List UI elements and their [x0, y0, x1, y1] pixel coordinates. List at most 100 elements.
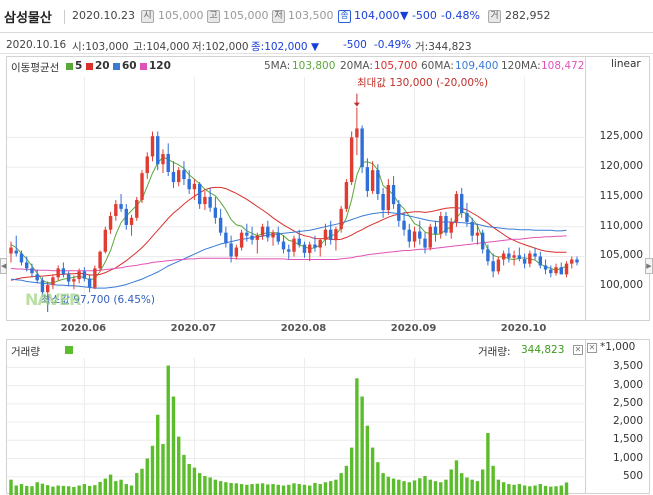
volume-unit: *1,000: [600, 341, 636, 353]
volume-bar: [533, 485, 537, 495]
candle-body: [549, 269, 553, 274]
volume-axis-close-icon[interactable]: ✕: [587, 343, 597, 353]
volume-bar: [14, 485, 18, 495]
volume-bar: [465, 477, 469, 495]
price-tick-label: 105,000: [599, 249, 643, 262]
volume-bar: [135, 473, 139, 495]
candle-body: [292, 238, 296, 252]
volume-bar: [564, 482, 569, 495]
candle-body: [381, 193, 385, 211]
volume-value-label: 거래량:: [478, 346, 511, 358]
scale-mode-label[interactable]: linear: [611, 58, 641, 70]
volume-bar: [239, 484, 244, 495]
candle-body: [370, 170, 375, 191]
volume-bar: [538, 484, 543, 495]
volume-bar: [543, 485, 548, 495]
ma120-swatch: [140, 63, 147, 70]
volume-bar: [276, 484, 280, 495]
candle-body: [328, 229, 333, 240]
candle-body: [564, 263, 569, 275]
volume-tick-label: 1,000: [612, 451, 643, 464]
volume-bar: [334, 479, 338, 495]
date-axis: 2020.06 2020.07 2020.08 2020.09 2020.10: [6, 321, 586, 337]
candle-body: [30, 268, 34, 274]
volume-bar: [554, 486, 558, 495]
volume-bar: [297, 484, 301, 495]
volume-bar: [166, 365, 170, 495]
scroll-left-handle-icon[interactable]: ◀: [0, 258, 7, 274]
volume-bar: [460, 473, 464, 495]
ma5-legend-label: 5: [75, 60, 83, 72]
volume-bar: [292, 483, 296, 495]
price-axis: linear 100,000 105,000 110,000 115,000 120,0…: [586, 56, 650, 321]
volume-bar: [98, 481, 102, 495]
volume-bar: [344, 465, 349, 495]
price-chart-area[interactable]: 이동평균선 5 20 60 120 5MA: 103,800 20MA: 105…: [6, 56, 587, 322]
volume-bar: [287, 484, 291, 495]
volume-bar: [512, 484, 516, 495]
candle-body: [449, 221, 453, 233]
candle-body: [266, 226, 270, 238]
volume-bar: [192, 467, 197, 495]
candle-body: [87, 278, 92, 288]
open-badge-icon: 시: [141, 10, 154, 23]
candle-body: [517, 255, 522, 259]
candle-body: [250, 235, 254, 240]
volume-bar: [418, 478, 422, 495]
ma5-swatch: [66, 63, 73, 70]
ma120-value-label: 120MA:: [501, 60, 541, 72]
candle-body: [239, 232, 244, 248]
volume-bar: [444, 479, 448, 495]
volume-tick-label: 2,500: [612, 396, 643, 409]
candle-body: [313, 244, 317, 248]
volume-chart-area[interactable]: 거래량 거래량: 344,823 ✕: [6, 339, 587, 495]
volume-bar: [318, 484, 322, 495]
price-chart-svg: [7, 77, 587, 322]
volume-axis: ✕ *1,000 500 1,000 1,500 2,000 2,500 3,000 3,5…: [586, 339, 650, 494]
candle-body: [35, 274, 39, 281]
candle-body: [533, 253, 537, 257]
volume-bar: [150, 445, 155, 495]
candle-body: [491, 261, 495, 272]
candle-body: [355, 128, 359, 138]
candle-body: [308, 244, 312, 253]
volume-bar: [501, 482, 506, 495]
candle-body: [554, 267, 558, 274]
info-open: 시:103,000: [72, 41, 129, 53]
volume-bar: [213, 479, 218, 495]
candle-body: [234, 247, 239, 257]
volume-bar: [51, 486, 55, 495]
candle-body: [51, 277, 55, 286]
candle-body: [470, 221, 474, 236]
volume-bar: [19, 484, 24, 495]
candle-body: [161, 154, 165, 165]
volume-bar: [391, 478, 396, 495]
volume-bar: [559, 485, 563, 495]
volume-bar: [203, 476, 207, 495]
ma5-value: 103,800: [292, 60, 336, 72]
volume-close-icon[interactable]: ✕: [573, 345, 583, 355]
volume-bar: [266, 484, 270, 495]
volume-bar: [507, 484, 511, 495]
candle-body: [150, 136, 155, 157]
volume-bar: [182, 454, 186, 495]
scroll-right-handle-icon[interactable]: ▶: [645, 258, 653, 274]
volume-bar: [407, 482, 411, 495]
volume-bar: [491, 465, 495, 495]
candle-body: [376, 170, 380, 194]
volume-bar: [428, 479, 432, 495]
candle-body: [135, 199, 139, 218]
ma60-value: 109,400: [455, 60, 499, 72]
candle-body: [129, 217, 134, 225]
candle-body: [465, 213, 469, 222]
candle-body: [433, 226, 438, 234]
volume-bar: [439, 482, 443, 495]
volume-bar: [40, 483, 45, 495]
candle-body: [418, 231, 422, 239]
candle-body: [197, 183, 202, 205]
candle-body: [156, 136, 160, 165]
volume-bar: [397, 479, 401, 495]
info-date: 2020.10.16: [6, 39, 67, 51]
candle-body: [72, 279, 76, 282]
candle-body: [475, 232, 480, 236]
